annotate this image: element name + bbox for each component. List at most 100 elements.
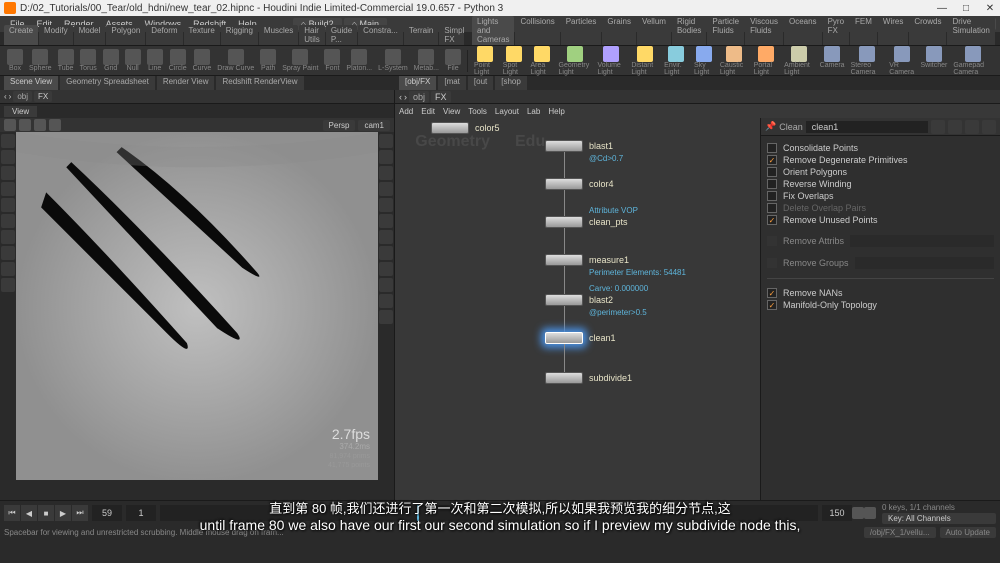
display-points-icon[interactable] [379, 150, 393, 164]
node-blast2[interactable]: blast2@perimeter>0.5Carve: 0.000000 [545, 294, 613, 306]
shelf-tool[interactable]: L-System [375, 49, 411, 72]
net-fwd-icon[interactable]: › [404, 92, 407, 102]
shelf-tab[interactable]: Oceans [784, 16, 822, 45]
render-region-tool[interactable] [1, 214, 15, 228]
shelf-tool[interactable]: Stereo Camera [848, 46, 887, 76]
start-frame-field[interactable]: 1 [126, 505, 156, 521]
pane-tab[interactable]: Redshift RenderView [216, 76, 303, 90]
persp-select[interactable]: Persp [323, 120, 356, 131]
play-button[interactable]: ▶ [55, 505, 71, 521]
nav-fwd-icon[interactable]: › [9, 92, 12, 101]
end-frame-field[interactable]: 150 [822, 505, 852, 521]
shelf-tool[interactable]: VR Camera [886, 46, 917, 76]
shelf-tool[interactable]: Null [122, 49, 144, 72]
shelf-tool[interactable]: Font [321, 49, 343, 72]
shelf-tab[interactable]: Texture [184, 25, 220, 45]
current-frame-field[interactable]: 59 [92, 505, 122, 521]
shelf-tool[interactable]: Sky Light [691, 46, 717, 76]
realtime-icon[interactable] [852, 507, 864, 519]
node-subdivide1[interactable]: subdivide1 [545, 372, 632, 384]
shelf-tab[interactable]: Viscous Fluids [745, 16, 783, 45]
help-icon[interactable] [948, 120, 962, 134]
snapshot-tool[interactable] [1, 262, 15, 276]
node-measure1[interactable]: measure1Perimeter Elements: 54481 [545, 254, 629, 266]
node-body[interactable] [545, 254, 583, 266]
nav-back-icon[interactable]: ‹ [4, 92, 7, 101]
shelf-tab[interactable]: Modify [39, 25, 73, 45]
shelf-tab[interactable]: Vellum [637, 16, 671, 45]
inspect-tool[interactable] [1, 182, 15, 196]
node-clean1[interactable]: clean1 [545, 332, 616, 344]
shelf-tool[interactable]: Draw Curve [214, 49, 257, 72]
checkbox[interactable] [767, 143, 777, 153]
shelf-tab[interactable]: Grains [602, 16, 636, 45]
checkbox[interactable]: ✓ [767, 288, 777, 298]
info-icon[interactable] [982, 120, 996, 134]
shelf-tool[interactable]: Tube [55, 49, 77, 72]
shelf-tool[interactable]: Box [4, 49, 26, 72]
checkbox[interactable]: ✓ [767, 155, 777, 165]
shelf-tool[interactable]: Line [144, 49, 166, 72]
display-wire-icon[interactable] [379, 198, 393, 212]
pane-tab[interactable]: [shop [495, 76, 527, 90]
pane-tab[interactable]: [mat [438, 76, 466, 90]
pin-icon[interactable]: 📌 [765, 121, 776, 132]
display-material-icon[interactable] [379, 246, 393, 260]
pane-tab[interactable]: Geometry Spreadsheet [60, 76, 155, 90]
channel-mode-button[interactable]: Key: All Channels [882, 513, 996, 524]
shelf-tool[interactable]: Area Light [528, 46, 556, 76]
close-button[interactable]: ✕ [984, 3, 996, 14]
shelf-tab[interactable]: Create [4, 25, 38, 45]
attr-toggle[interactable] [767, 258, 777, 268]
shelf-tool[interactable]: Torus [77, 49, 100, 72]
shelf-tool[interactable]: Metab... [411, 49, 442, 72]
select-tool[interactable] [1, 134, 15, 148]
checkbox[interactable] [767, 167, 777, 177]
shelf-tab[interactable]: Particle Fluids [707, 16, 744, 45]
node-body[interactable] [545, 294, 583, 306]
pane-tab[interactable]: Scene View [4, 76, 58, 90]
shelf-tab[interactable]: Muscles [259, 25, 298, 45]
node-clean_pts[interactable]: clean_ptsAttribute VOP [545, 216, 628, 228]
attr-field[interactable] [850, 235, 994, 247]
net-path-ctx[interactable]: obj [409, 91, 429, 103]
pointer-icon[interactable] [4, 119, 16, 131]
shelf-tool[interactable]: Platon... [343, 49, 375, 72]
node-body[interactable] [545, 178, 583, 190]
shelf-tool[interactable]: Distant Light [628, 46, 661, 76]
node-blast1[interactable]: blast1@Cd>0.7 [545, 140, 613, 152]
shelf-tab[interactable]: Model [74, 25, 106, 45]
node-color4[interactable]: color4 [545, 178, 614, 190]
shelf-tool[interactable]: Point Light [471, 46, 500, 76]
view-tab[interactable]: View [4, 106, 37, 117]
checkbox[interactable] [767, 191, 777, 201]
node-name-field[interactable]: clean1 [806, 121, 928, 133]
grid-icon[interactable] [49, 119, 61, 131]
attr-toggle[interactable] [767, 236, 777, 246]
net-menu-item[interactable]: Layout [495, 107, 519, 116]
node-body[interactable] [545, 140, 583, 152]
playhead[interactable] [417, 505, 419, 521]
frame-first-button[interactable]: ⏮ [4, 505, 20, 521]
play-reverse-button[interactable]: ◀ [21, 505, 37, 521]
shelf-tab[interactable]: FEM [850, 16, 877, 45]
gear-icon[interactable] [931, 120, 945, 134]
shelf-tool[interactable]: Envir. Light [661, 46, 691, 76]
shelf-tool[interactable]: Sphere [26, 49, 55, 72]
node-body[interactable] [545, 216, 583, 228]
display-opts-icon[interactable] [379, 310, 393, 324]
shelf-tab[interactable]: Terrain [404, 25, 438, 45]
net-menu-item[interactable]: Add [399, 107, 413, 116]
display-camera-icon[interactable] [379, 294, 393, 308]
display-normals-icon[interactable] [379, 166, 393, 180]
flipbook-tool[interactable] [1, 278, 15, 292]
shelf-tool[interactable]: Path [257, 49, 279, 72]
net-menu-item[interactable]: Lab [527, 107, 540, 116]
shelf-tab[interactable]: Deform [146, 25, 182, 45]
timeline-track[interactable] [160, 505, 818, 521]
camera-select[interactable]: cam1 [358, 120, 390, 131]
pane-tab[interactable]: [out [468, 76, 493, 90]
audio-icon[interactable] [864, 507, 876, 519]
display-shaded-icon[interactable] [379, 214, 393, 228]
shelf-tab[interactable]: Constra... [358, 25, 403, 45]
